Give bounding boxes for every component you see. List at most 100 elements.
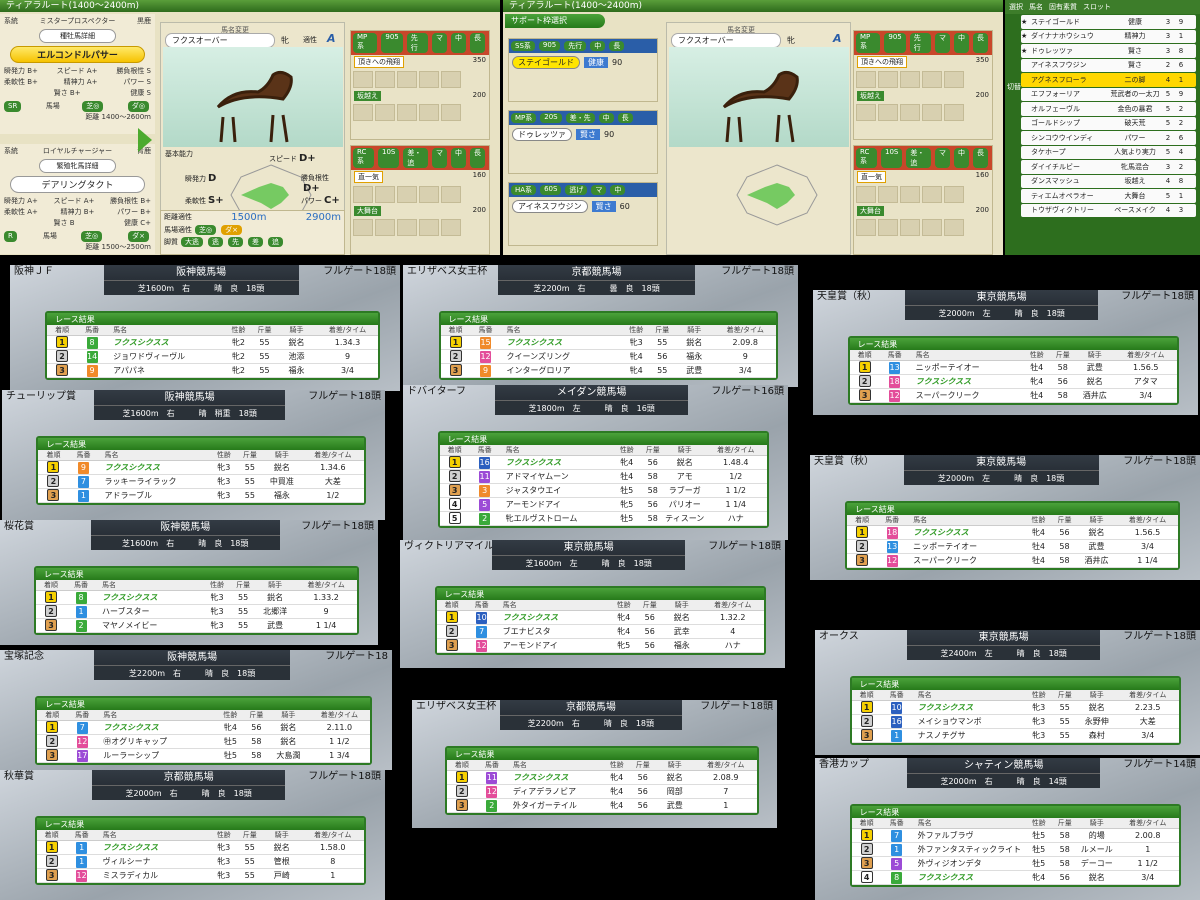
- column-header: 斤量: [257, 326, 272, 334]
- support-horse-name: アイネスフウジン: [512, 200, 588, 213]
- sire-color: 黒鹿: [137, 17, 151, 25]
- dam-detail-button[interactable]: 繁殖牝馬詳細: [39, 159, 116, 173]
- table-row: 1 1 フクスシクスス 牝3 55 鋭名 1.58.0: [36, 841, 364, 855]
- dam-panel: 系統 ロイヤルチャージャー 青鹿 繁殖牝馬詳細 デアリングタクト 瞬発力 A+ スピー…: [0, 144, 155, 254]
- margin-time: 3/4: [1139, 391, 1153, 400]
- horse-name: 外ヴィジオンデタ: [917, 859, 982, 868]
- margin-time: 1.48.4: [723, 458, 749, 467]
- list-row[interactable]: ★ ステイゴールド 健康 3 9: [1021, 15, 1196, 29]
- column-header: 馬番: [75, 711, 90, 719]
- table-row: 3 12 スーパークリーク 牡4 58 酒井広 3/4: [849, 389, 1177, 403]
- sex-age: 牝3: [1032, 703, 1046, 712]
- support-row: アイネスフウジン 賢さ 60: [509, 197, 657, 216]
- horse-name: フクスシクスス: [505, 458, 562, 467]
- number-badge: 1: [891, 730, 903, 742]
- horse-number: 5: [470, 498, 500, 511]
- list-extra: 9: [1178, 17, 1184, 26]
- margin-time: 1 1/4: [1137, 556, 1158, 565]
- radar-stat-name: 瞬発力: [185, 175, 206, 183]
- dam-name[interactable]: デアリングタクト: [10, 176, 145, 193]
- toggle-button[interactable]: 切替: [1007, 82, 1021, 92]
- margin-time: 4: [730, 627, 736, 636]
- list-row[interactable]: トウザヴィクトリー ペースメイク 4 3: [1021, 203, 1196, 217]
- column-header: 馬番: [477, 446, 492, 454]
- list-slot: 3: [1165, 162, 1171, 171]
- horse-number: 11: [470, 470, 500, 483]
- list-extra: 2: [1178, 162, 1184, 171]
- table-row: 3 17 ルーラーシップ 牡5 58 大島潤 1 3/4: [37, 749, 371, 763]
- list-row[interactable]: ダンスマッシュ 坂越え 4 8: [1021, 174, 1196, 188]
- list-row[interactable]: シンコウウインディ パワー 2 6: [1021, 131, 1196, 145]
- horse-name: ルーラーシップ: [103, 751, 160, 760]
- finish-position: 1: [847, 526, 877, 539]
- number-badge: 11: [486, 772, 498, 784]
- column-header: 騎手: [1087, 351, 1102, 359]
- support-select-card[interactable]: SS系 905 先行中長ステイゴールド 健康 90: [508, 38, 658, 102]
- list-extra: 9: [1178, 90, 1184, 99]
- list-row[interactable]: タケホープ 人気より実力 5 4: [1021, 145, 1196, 159]
- stallion-detail-button[interactable]: 種牡馬詳細: [39, 29, 116, 43]
- track-banner: 阪神競馬場 芝1600m 右 晴 良 18頭: [103, 265, 299, 295]
- race-card: 桜花賞 阪神競馬場 芝1600m 右 晴 良 18頭 フルゲート18頭 レース結果 着順 馬…: [0, 520, 378, 645]
- horse-name: フクスシクスス: [113, 338, 169, 347]
- horse-number: 17: [67, 749, 97, 762]
- list-slot: 5: [1165, 119, 1171, 128]
- weight: 56: [637, 773, 648, 782]
- margin-time: アタマ: [1133, 377, 1158, 386]
- skill-slot: [944, 186, 964, 203]
- radar-grade: D: [208, 173, 217, 184]
- skill-grid: [351, 69, 489, 90]
- list-row[interactable]: アイネスフウジン 賢さ 2 6: [1021, 58, 1196, 72]
- support-select-card[interactable]: HA系 60S 逃げマ中アイネスフウジン 賢さ 60: [508, 182, 658, 246]
- sex-age: 牡4: [1031, 556, 1046, 565]
- horse-number: 1: [67, 855, 97, 868]
- weight: 58: [1059, 859, 1070, 868]
- sex-age: 牝3: [1032, 717, 1046, 726]
- sex-age: 牝2: [231, 338, 246, 347]
- finish-position: 2: [852, 843, 882, 856]
- list-row[interactable]: アグネスフローラ 二の脚 4 1: [1021, 73, 1196, 87]
- horse-name[interactable]: フクスオーバー: [671, 33, 781, 48]
- column-header: 斤量: [242, 831, 257, 839]
- column-header: 着差/タイム: [1128, 516, 1167, 524]
- list-row[interactable]: ゴールドシップ 破天荒 5 2: [1021, 116, 1196, 130]
- race-conditions: 芝1600m 左 晴 良 18頭: [492, 555, 685, 570]
- position-badge: 3: [858, 389, 871, 401]
- horse-name[interactable]: フクスオーバー: [165, 33, 275, 48]
- skill-grid: [351, 102, 489, 123]
- support-level: 10S: [378, 148, 400, 168]
- skill-slot: [353, 104, 373, 121]
- track-name: 阪神競馬場: [167, 652, 218, 663]
- list-row[interactable]: ダイイチルビー 牝馬混合 3 2: [1021, 160, 1196, 174]
- number-badge: 1: [891, 844, 903, 856]
- horse-number: 14: [77, 350, 107, 363]
- horse-number: 12: [471, 350, 501, 363]
- support-value: 60: [619, 202, 630, 211]
- distance-tag: マ: [432, 33, 447, 53]
- race-conditions: 芝2000m 左 晴 良 18頭: [903, 470, 1099, 485]
- full-gate: フルゲート14頭: [1123, 759, 1196, 770]
- number-badge: 12: [486, 786, 498, 798]
- finish-position: 1: [38, 461, 68, 474]
- weight: 56: [637, 787, 648, 796]
- number-badge: 9: [86, 365, 98, 377]
- margin-time: 1.32.2: [720, 613, 746, 622]
- skill-slot: [419, 104, 439, 121]
- finish-position: 3: [47, 364, 77, 377]
- sex-age: 牝4: [629, 366, 643, 375]
- sex-age: 牡4: [1030, 391, 1044, 400]
- weight: 55: [244, 463, 255, 472]
- list-row[interactable]: オルフェーヴル 金色の暴君 5 2: [1021, 102, 1196, 116]
- list-row[interactable]: エフフォーリア 荒武者の一太刀 5 9: [1021, 87, 1196, 101]
- support-select-card[interactable]: MP系 20S 差・先中長ドゥレッツァ 賢さ 90: [508, 110, 658, 174]
- finish-position: 1: [37, 841, 67, 854]
- list-row[interactable]: ★ ドゥレッツァ 賢さ 3 8: [1021, 44, 1196, 58]
- list-row[interactable]: ★ ダイナナホウシュウ 精神力 3 1: [1021, 29, 1196, 43]
- list-row[interactable]: ティエムオペラオー 大舞台 5 1: [1021, 189, 1196, 203]
- stallion-name[interactable]: エルコンドルパサー: [10, 46, 145, 63]
- radar-grade: C+: [324, 195, 340, 206]
- position-badge: 2: [47, 475, 60, 487]
- column-header: 斤量: [249, 711, 264, 719]
- result-header: レース結果: [849, 338, 1177, 350]
- number-badge: 13: [886, 541, 898, 553]
